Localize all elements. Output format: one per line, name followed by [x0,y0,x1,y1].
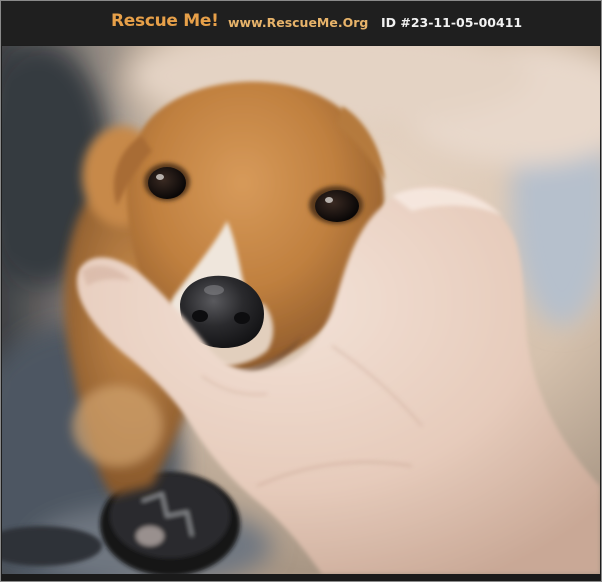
site-url-link[interactable]: www.RescueMe.Org [228,15,368,30]
dog-photo [2,46,600,574]
bottom-bar [1,574,601,581]
header-bar: Rescue Me! www.RescueMe.Org ID #23-11-05… [1,1,601,45]
listing-frame: Rescue Me! www.RescueMe.Org ID #23-11-05… [0,0,602,582]
pet-id-label: ID #23-11-05-00411 [381,15,523,30]
rescue-me-logo[interactable]: Rescue Me! [111,11,219,31]
